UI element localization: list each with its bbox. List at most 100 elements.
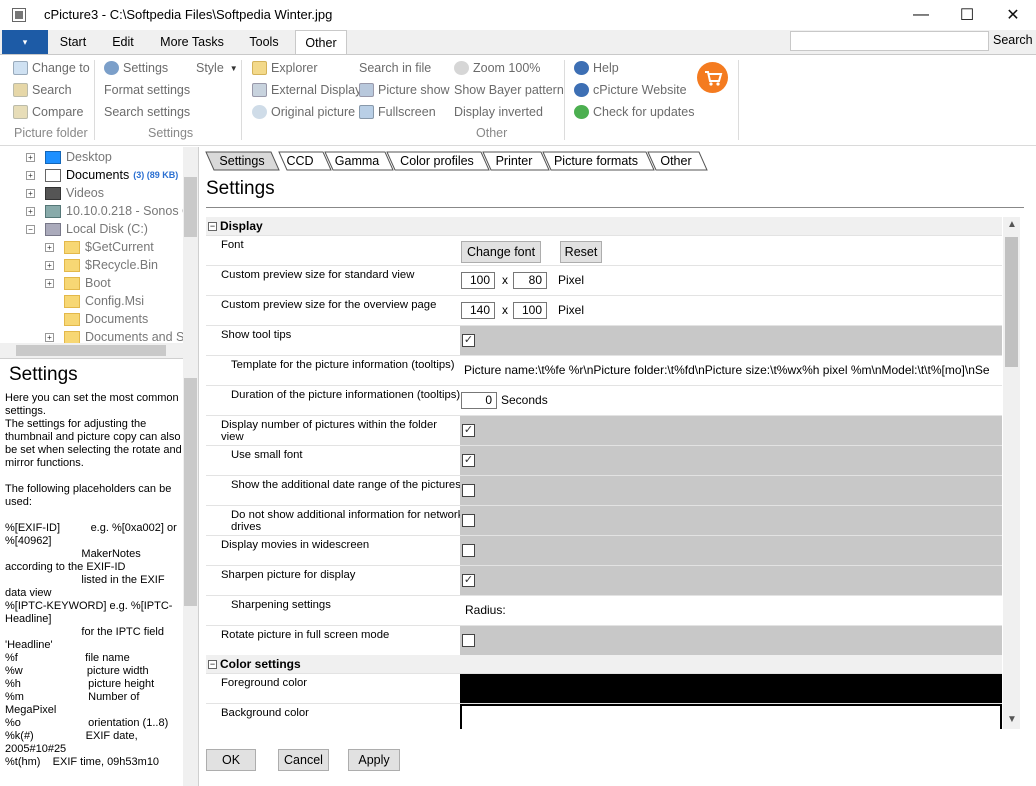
rotate-fullscreen-checkbox[interactable] [462,634,475,647]
format-settings-button[interactable]: Format settings [104,83,190,97]
help-icon [574,61,589,75]
grid-scrollbar[interactable]: ▲ ▼ [1003,217,1020,729]
app-menu-button[interactable]: ▾ [2,30,48,54]
maximize-button[interactable]: ☐ [944,0,990,30]
section-display[interactable]: − Display [206,217,1002,235]
tree-item[interactable]: + $GetCurrent [45,240,154,254]
tree-vertical-scrollbar[interactable] [183,147,198,343]
cpicture-website-button[interactable]: cPicture Website [574,83,687,97]
preview-ov-height-input[interactable]: 100 [513,302,547,319]
widescreen-checkbox[interactable] [462,544,475,557]
template-input[interactable]: Picture name:\t%fe %r\nPicture folder:\t… [464,363,1002,377]
tree-item[interactable]: + $Recycle.Bin [45,258,158,272]
show-bayer-pattern-button[interactable]: Show Bayer pattern [454,83,564,97]
minimize-button[interactable]: — [898,0,944,30]
tree-item[interactable]: + Documents and Se [45,330,191,344]
tree-item[interactable]: +10.10.0.218 - Sonos CO [26,204,198,218]
scroll-thumb[interactable] [16,345,166,356]
change-to-button[interactable]: Change to [13,61,90,75]
settings-ribbon-button[interactable]: Settings [104,61,168,75]
duration-input[interactable]: 0 [461,392,497,409]
tab-edit[interactable]: Edit [104,30,142,54]
external-display-button[interactable]: External Display [252,83,361,97]
tab-other-settings[interactable]: Other [654,152,698,170]
tree-item[interactable]: Documents [64,312,148,326]
scroll-thumb[interactable] [1005,237,1018,367]
background-color-swatch[interactable] [460,704,1002,729]
date-range-checkbox[interactable] [462,484,475,497]
tree-item[interactable]: + Documents (3) (89 KB) [26,168,178,182]
preview-std-height-input[interactable]: 80 [513,272,547,289]
collapse-icon[interactable]: − [26,224,35,234]
scroll-down-icon[interactable]: ▼ [1007,714,1017,725]
zoom-100-button[interactable]: Zoom 100% [454,61,540,75]
expand-icon[interactable]: + [26,170,35,180]
collapse-icon[interactable]: − [208,659,217,669]
expand-icon[interactable]: + [45,260,54,270]
explorer-button[interactable]: Explorer [252,61,318,75]
tab-ccd[interactable]: CCD [285,152,315,170]
tree-item[interactable]: + Desktop [26,150,112,164]
tab-printer[interactable]: Printer [490,152,538,170]
property-label: Duration of the picture informationen (t… [231,389,461,401]
section-color-settings[interactable]: − Color settings [206,655,1002,673]
preview-std-width-input[interactable]: 100 [461,272,495,289]
scroll-thumb[interactable] [184,378,197,606]
close-button[interactable]: ✕ [990,0,1036,30]
tree-item[interactable]: + Boot [45,276,111,290]
expand-icon[interactable]: + [26,206,35,216]
radius-label[interactable]: Radius: [465,603,506,617]
video-icon [45,186,61,200]
help-button[interactable]: Help [574,61,619,75]
show-tooltips-checkbox[interactable]: ✓ [462,334,475,347]
scroll-up-icon[interactable]: ▲ [1007,219,1017,230]
tab-tools[interactable]: Tools [240,30,288,54]
picture-show-button[interactable]: Picture show [359,83,450,97]
tab-color-profiles[interactable]: Color profiles [394,152,480,170]
cancel-button[interactable]: Cancel [278,749,329,771]
tab-other[interactable]: Other [295,30,347,55]
preview-ov-width-input[interactable]: 140 [461,302,495,319]
search-input[interactable] [790,31,989,51]
scroll-thumb[interactable] [184,177,197,237]
expand-icon[interactable]: + [26,188,35,198]
reset-button[interactable]: Reset [560,241,602,263]
check-for-updates-button[interactable]: Check for updates [574,105,694,119]
expand-icon[interactable]: + [45,242,54,252]
page-title: Settings [206,178,275,199]
shopping-cart-icon[interactable] [697,62,728,93]
ok-button[interactable]: OK [206,749,256,771]
expand-icon[interactable]: + [26,152,35,162]
change-font-button[interactable]: Change font [461,241,541,263]
display-number-checkbox[interactable]: ✓ [462,424,475,437]
tree-item[interactable]: + Videos [26,186,104,200]
search-in-file-button[interactable]: Search in file [359,61,431,75]
tab-start[interactable]: Start [52,30,94,54]
collapse-icon[interactable]: − [208,221,217,231]
foreground-color-swatch[interactable] [460,674,1002,704]
expand-icon[interactable]: + [45,278,54,288]
fullscreen-button[interactable]: Fullscreen [359,105,436,119]
search-settings-button[interactable]: Search settings [104,105,190,119]
monitor-icon [252,83,267,97]
small-font-checkbox[interactable]: ✓ [462,454,475,467]
sharpen-checkbox[interactable]: ✓ [462,574,475,587]
no-network-info-checkbox[interactable] [462,514,475,527]
display-inverted-button[interactable]: Display inverted [454,105,543,119]
tree-horizontal-scrollbar[interactable] [0,343,198,358]
tree-item[interactable]: − Local Disk (C:) [26,222,148,236]
compare-button[interactable]: Compare [13,105,83,119]
search-button[interactable]: Search [993,33,1033,47]
expand-icon[interactable]: + [45,332,54,342]
style-dropdown[interactable]: Style ▼ [196,61,238,75]
tab-picture-formats[interactable]: Picture formats [550,152,642,170]
tab-settings[interactable]: Settings [214,152,270,170]
search-ribbon-button[interactable]: Search [13,83,72,97]
slideshow-icon [359,83,374,97]
original-picture-button[interactable]: Original picture [252,105,355,119]
tab-gamma[interactable]: Gamma [331,152,383,170]
tree-item[interactable]: Config.Msi [64,294,144,308]
help-scrollbar[interactable] [183,358,198,786]
apply-button[interactable]: Apply [348,749,400,771]
tab-more-tasks[interactable]: More Tasks [152,30,232,54]
